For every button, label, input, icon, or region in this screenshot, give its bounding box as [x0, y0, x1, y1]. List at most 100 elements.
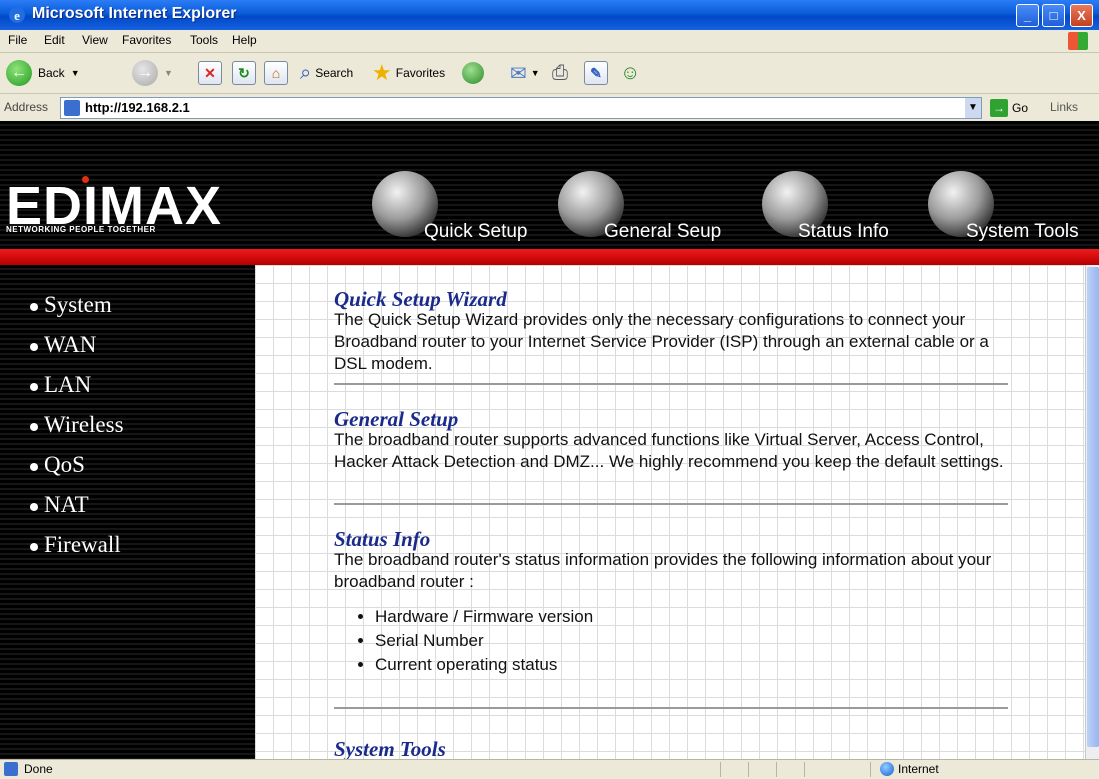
search-button[interactable]: ⌕ Search	[300, 59, 353, 87]
address-url[interactable]: http://192.168.2.1	[85, 100, 190, 115]
nav-status-info-label: Status Info	[798, 221, 889, 242]
sidebar-item-label: WAN	[44, 332, 97, 357]
go-label: Go	[1012, 101, 1029, 115]
sidebar: System WAN LAN Wireless QoS NAT Firewall	[0, 265, 255, 759]
nav-quick-setup[interactable]: Quick Setup	[372, 171, 562, 242]
sidebar-item-label: Firewall	[44, 532, 121, 557]
status-divider	[748, 762, 749, 777]
status-bar: Done Internet	[0, 759, 1099, 779]
sidebar-item-lan[interactable]: LAN	[30, 372, 91, 398]
home-icon: ⌂	[264, 61, 288, 85]
refresh-icon: ↻	[232, 61, 256, 85]
zone-text: Internet	[898, 762, 939, 776]
status-divider	[804, 762, 805, 777]
svg-text:e: e	[14, 8, 20, 23]
messenger-icon: ☺	[620, 61, 641, 84]
page-icon	[64, 100, 80, 116]
vertical-scrollbar[interactable]	[1085, 265, 1099, 759]
window-title: Microsoft Internet Explorer	[32, 5, 237, 22]
section-body-status-info: The broadband router's status informatio…	[334, 550, 992, 591]
stop-button[interactable]: ✕	[198, 59, 222, 87]
address-dropdown-icon[interactable]: ▼	[965, 98, 981, 118]
section-divider	[334, 707, 1008, 709]
go-button[interactable]: → Go	[990, 98, 1028, 118]
bullet-icon	[30, 422, 38, 431]
internet-zone-icon	[880, 762, 894, 776]
windows-flag-icon	[1068, 32, 1088, 50]
sidebar-item-label: LAN	[44, 372, 92, 397]
section-title-system-tools-partial[interactable]: System Tools	[334, 737, 446, 759]
browser-toolbar: ← Back ▼ → ▼ ✕ ↻ ⌂ ⌕ Search ★ Favorites …	[0, 53, 1099, 94]
history-button[interactable]	[462, 59, 484, 87]
scrollbar-thumb[interactable]	[1087, 267, 1099, 747]
status-divider	[870, 762, 871, 777]
bullet-icon	[30, 382, 38, 391]
section-divider	[334, 503, 1008, 505]
refresh-button[interactable]: ↻	[232, 59, 256, 87]
search-label: Search	[315, 66, 354, 80]
minimize-button[interactable]: _	[1016, 4, 1039, 27]
address-bar: Address http://192.168.2.1 ▼ → Go Links	[0, 94, 1099, 120]
sidebar-item-wan[interactable]: WAN	[30, 332, 96, 358]
mail-button[interactable]: ✉ ▼	[510, 59, 540, 87]
edit-icon: ✎	[584, 61, 608, 85]
address-label: Address	[4, 100, 49, 114]
menu-favorites[interactable]: Favorites	[122, 33, 171, 47]
bullet-icon	[30, 462, 38, 471]
logo-tagline: NETWORKING PEOPLE TOGETHER	[6, 225, 156, 234]
bullet-icon	[30, 342, 38, 351]
home-button[interactable]: ⌂	[264, 59, 288, 87]
list-item: Hardware / Firmware version	[375, 605, 593, 629]
nav-system-tools-label: System Tools	[966, 221, 1079, 242]
list-item: Current operating status	[375, 653, 593, 677]
sidebar-item-qos[interactable]: QoS	[30, 452, 85, 478]
section-divider	[334, 383, 1008, 385]
list-item: Serial Number	[375, 629, 593, 653]
links-button[interactable]: Links	[1050, 100, 1078, 114]
menu-help[interactable]: Help	[232, 33, 257, 47]
status-divider	[720, 762, 721, 777]
back-button[interactable]: ← Back ▼	[6, 59, 80, 87]
menu-tools[interactable]: Tools	[190, 33, 218, 47]
sidebar-item-system[interactable]: System	[30, 292, 112, 318]
bullet-icon	[30, 542, 38, 551]
messenger-button[interactable]: ☺	[620, 59, 640, 87]
search-icon: ⌕	[300, 61, 312, 84]
address-input[interactable]: http://192.168.2.1 ▼	[60, 97, 982, 119]
edit-button[interactable]: ✎	[584, 59, 608, 87]
forward-arrow-icon: →	[132, 60, 158, 86]
back-arrow-icon: ←	[6, 60, 32, 86]
sidebar-item-label: Wireless	[44, 412, 124, 437]
router-header: EDIMAX NETWORKING PEOPLE TOGETHER Quick …	[0, 121, 1099, 249]
status-divider	[776, 762, 777, 777]
section-body-general-setup: The broadband router supports advanced f…	[334, 430, 1004, 471]
bullet-icon	[30, 302, 38, 311]
menu-file[interactable]: File	[8, 33, 27, 47]
close-button[interactable]: X	[1070, 4, 1093, 27]
nav-general-setup[interactable]: General Seup	[558, 171, 758, 242]
status-info-list: Hardware / Firmware version Serial Numbe…	[355, 605, 593, 677]
menu-view[interactable]: View	[82, 33, 108, 47]
sidebar-item-label: System	[44, 292, 112, 317]
mail-dropdown-icon[interactable]: ▼	[531, 68, 540, 78]
menu-edit[interactable]: Edit	[44, 33, 65, 47]
header-red-stripe	[0, 249, 1099, 265]
favorites-button[interactable]: ★ Favorites	[372, 59, 445, 87]
ie-logo-icon: e	[8, 6, 26, 24]
maximize-button[interactable]: □	[1042, 4, 1065, 27]
sidebar-item-wireless[interactable]: Wireless	[30, 412, 124, 438]
print-button[interactable]: ⎙	[552, 59, 568, 87]
window-title-bar[interactable]: e Microsoft Internet Explorer _ □ X	[0, 0, 1099, 30]
sidebar-item-firewall[interactable]: Firewall	[30, 532, 121, 558]
sidebar-item-nat[interactable]: NAT	[30, 492, 89, 518]
nav-system-tools[interactable]: System Tools	[928, 171, 1099, 242]
page-viewport: EDIMAX NETWORKING PEOPLE TOGETHER Quick …	[0, 121, 1099, 759]
stop-icon: ✕	[198, 61, 222, 85]
nav-general-setup-label: General Seup	[604, 221, 722, 242]
forward-dropdown-icon[interactable]: ▼	[164, 68, 173, 78]
back-dropdown-icon[interactable]: ▼	[71, 68, 80, 78]
nav-status-info[interactable]: Status Info	[762, 171, 922, 242]
forward-button[interactable]: → ▼	[132, 59, 173, 87]
section-body-quick-setup: The Quick Setup Wizard provides only the…	[334, 310, 989, 373]
print-icon: ⎙	[552, 61, 568, 84]
